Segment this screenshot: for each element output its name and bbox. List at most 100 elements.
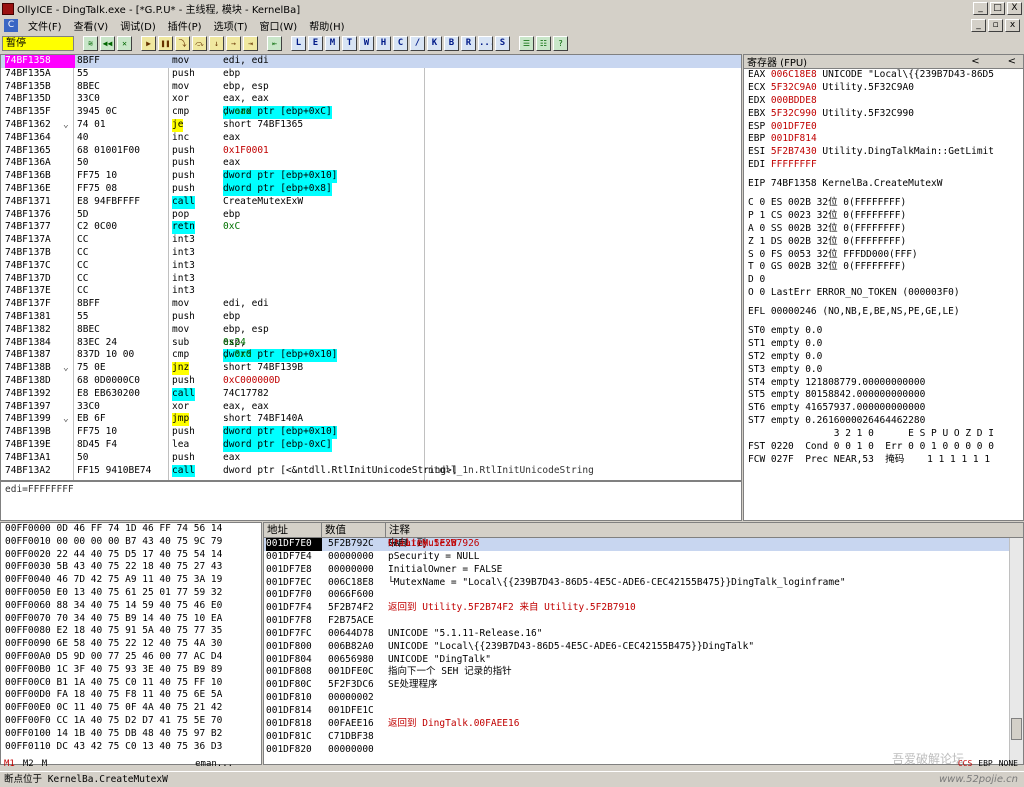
- disasm-row[interactable]: 74BF139B FF75 10 push dword ptr [ebp+0x10]: [1, 426, 741, 439]
- flag-segment-row[interactable]: A 0 SS 002B 32位 0(FFFFFFFF): [744, 223, 1023, 236]
- flag-segment-row[interactable]: S 0 FS 0053 32位 FFFDD000(FFF): [744, 249, 1023, 262]
- run-trace-window-button[interactable]: ...: [478, 35, 493, 51]
- stack-row[interactable]: 001DF7F4 5F2B74F2 返回到 Utility.5F2B74F2 来自 …: [264, 602, 1023, 615]
- register-row[interactable]: EDI FFFFFFFF: [744, 159, 1023, 172]
- disasm-row[interactable]: 74BF1392 E8 EB630200 call 74C17782: [1, 387, 741, 401]
- dump-row[interactable]: 00FF00E0 0C 11 40 75 0F 4A 40 75 21 42: [1, 702, 261, 715]
- menu-help[interactable]: 帮助(H): [303, 18, 350, 33]
- mdi-close-button[interactable]: x: [1005, 19, 1020, 32]
- close-button[interactable]: X: [1007, 2, 1022, 15]
- tab-m2[interactable]: M2: [23, 759, 34, 769]
- menu-plugins[interactable]: 插件(P): [162, 18, 208, 33]
- stack-row[interactable]: 001DF7FC 00644D78 UNICODE "5.1.11-Release.…: [264, 628, 1023, 641]
- flag-segment-row[interactable]: D 0: [744, 274, 1023, 287]
- memory-dump-pane[interactable]: 00FF0000 0D 46 FF 74 1D 46 FF 74 56 14 00…: [0, 522, 262, 765]
- debug-options-icon[interactable]: ☰: [519, 35, 534, 51]
- disasm-row[interactable]: 74BF1384 83EC 24 sub esp, 0x24: [1, 337, 741, 350]
- mdi-minimize-button[interactable]: _: [971, 19, 986, 32]
- stack-row[interactable]: 001DF7F0 0066F600: [264, 589, 1023, 602]
- step-into-icon[interactable]: ⤵: [175, 35, 190, 51]
- dump-row[interactable]: 00FF0040 46 7D 42 75 A9 11 40 75 3A 19: [1, 574, 261, 587]
- disasm-row[interactable]: 74BF1381 55 push ebp: [1, 311, 741, 324]
- menu-view[interactable]: 查看(V): [68, 18, 115, 33]
- appearance-icon[interactable]: ☷: [536, 35, 551, 51]
- flag-segment-row[interactable]: T 0 GS 002B 32位 0(FFFFFFFF): [744, 261, 1023, 274]
- disasm-row[interactable]: 74BF137D CC int3: [1, 273, 741, 286]
- goto-icon[interactable]: ⇤: [267, 35, 282, 51]
- log-window-button[interactable]: L: [291, 35, 306, 51]
- disasm-row[interactable]: 74BF137B CC int3: [1, 247, 741, 260]
- menu-window[interactable]: 窗口(W): [254, 18, 304, 33]
- menu-file[interactable]: 文件(F): [22, 18, 68, 33]
- stack-row[interactable]: 001DF7E0 5F2B792C CALL 到 CreateMutexW 来自 U…: [264, 538, 1023, 551]
- fpu-register-row[interactable]: ST6 empty 41657937.000000000000: [744, 402, 1023, 415]
- step-over-icon[interactable]: ⤼: [192, 35, 207, 51]
- disasm-row[interactable]: 74BF1399 ⌄ EB 6F jmp short 74BF140A: [1, 413, 741, 427]
- pause-icon[interactable]: ❚❚: [158, 35, 173, 51]
- help-icon[interactable]: ?: [553, 35, 568, 51]
- breakpoints-window-button[interactable]: B: [444, 35, 459, 51]
- stack-scrollbar[interactable]: [1009, 538, 1023, 764]
- stack-col-address[interactable]: 地址: [264, 523, 322, 537]
- dump-row[interactable]: 00FF0100 14 1B 40 75 DB 48 40 75 97 B2: [1, 728, 261, 741]
- flag-segment-row[interactable]: O 0 LastErr ERROR_NO_TOKEN (000003F0): [744, 287, 1023, 300]
- fpu-register-row[interactable]: ST5 empty 80158842.000000000000: [744, 389, 1023, 402]
- references-window-button[interactable]: R: [461, 35, 476, 51]
- dump-row[interactable]: 00FF0110 DC 43 42 75 C0 13 40 75 36 D3: [1, 741, 261, 754]
- stack-scrollbar-thumb[interactable]: [1011, 718, 1022, 740]
- stack-col-value[interactable]: 数值: [322, 523, 386, 537]
- fpu-register-row[interactable]: ST4 empty 121808779.00000000000: [744, 377, 1023, 390]
- stack-mode-ccs[interactable]: CCS: [958, 759, 972, 768]
- cpu-window-button[interactable]: C: [393, 35, 408, 51]
- disasm-row[interactable]: 74BF13A1 50 push eax: [1, 452, 741, 465]
- stack-row[interactable]: 001DF814 001DFE1C: [264, 705, 1023, 718]
- disasm-row[interactable]: 74BF1371 E8 94FBFFFF call CreateMutexExW: [1, 195, 741, 209]
- disasm-row[interactable]: 74BF1382 8BEC mov ebp, esp: [1, 324, 741, 337]
- fst-register[interactable]: FST 0220 Cond 0 0 1 0 Err 0 0 1 0 0 0 0 …: [744, 441, 1023, 454]
- cpu-window-icon[interactable]: C: [4, 19, 18, 32]
- maximize-button[interactable]: □: [990, 2, 1005, 15]
- eip-register[interactable]: EIP 74BF1358 KernelBa.CreateMutexW: [744, 178, 1023, 191]
- disasm-row[interactable]: 74BF1365 68 01001F00 push 0x1F0001: [1, 145, 741, 158]
- execute-till-return-icon[interactable]: ⇥: [243, 35, 258, 51]
- stack-row[interactable]: 001DF804 00656980 UNICODE "DingTalk": [264, 654, 1023, 667]
- fpu-register-row[interactable]: ST1 empty 0.0: [744, 338, 1023, 351]
- disasm-row[interactable]: 74BF137F 8BFF mov edi, edi: [1, 298, 741, 311]
- dump-row[interactable]: 00FF00F0 CC 1A 40 75 D2 D7 41 75 5E 70: [1, 715, 261, 728]
- fcw-register[interactable]: FCW 027F Prec NEAR,53 掩码 1 1 1 1 1 1: [744, 454, 1023, 467]
- source-window-button[interactable]: S: [495, 35, 510, 51]
- dump-row[interactable]: 00FF0020 22 44 40 75 D5 17 40 75 54 14: [1, 549, 261, 562]
- register-row[interactable]: EDX 000BDDE8: [744, 95, 1023, 108]
- stack-row[interactable]: 001DF7F8 F2B75ACE: [264, 615, 1023, 628]
- disassembly-pane[interactable]: 74BF1358 8BFF mov edi, edi 74BF135A 55 push ebp…: [0, 54, 742, 481]
- mdi-restore-button[interactable]: ▫: [988, 19, 1003, 32]
- close-program-icon[interactable]: ✕: [117, 35, 132, 51]
- disasm-row[interactable]: 74BF137A CC int3: [1, 234, 741, 247]
- register-row[interactable]: EBP 001DF814: [744, 133, 1023, 146]
- disasm-row[interactable]: 74BF1364 40 inc eax: [1, 132, 741, 145]
- flag-segment-row[interactable]: P 1 CS 0023 32位 0(FFFFFFFF): [744, 210, 1023, 223]
- register-row[interactable]: EBX 5F32C990 Utility.5F32C990: [744, 108, 1023, 121]
- stack-row[interactable]: 001DF7EC 006C18E8 └MutexName = "Local\{{23…: [264, 577, 1023, 590]
- dump-row[interactable]: 00FF00D0 FA 18 40 75 F8 11 40 75 6E 5A: [1, 689, 261, 702]
- trace-over-icon[interactable]: →: [226, 35, 241, 51]
- register-row[interactable]: ESI 5F2B7430 Utility.DingTalkMain::GetLi…: [744, 146, 1023, 159]
- disasm-row[interactable]: 74BF136A 50 push eax: [1, 157, 741, 170]
- stack-mode-none[interactable]: NONE: [999, 759, 1018, 768]
- memory-window-button[interactable]: M: [325, 35, 340, 51]
- restart-icon[interactable]: ◀◀: [100, 35, 115, 51]
- stack-row[interactable]: 001DF800 006B82A0 UNICODE "Local\{{239B7D4…: [264, 641, 1023, 654]
- registers-pane[interactable]: 寄存器 (FPU) < < EAX 006C18E8 UNICODE "Loca…: [743, 54, 1024, 521]
- call-stack-window-button[interactable]: K: [427, 35, 442, 51]
- disasm-row[interactable]: 74BF1377 C2 0C00 retn 0xC: [1, 221, 741, 235]
- tab-m3[interactable]: M: [42, 759, 47, 769]
- patches-window-button[interactable]: /: [410, 35, 425, 51]
- handles-window-button[interactable]: H: [376, 35, 391, 51]
- disasm-row[interactable]: 74BF135D 33C0 xor eax, eax: [1, 93, 741, 106]
- stack-row[interactable]: 001DF818 00FAEE16 返回到 DingTalk.00FAEE16: [264, 718, 1023, 731]
- stack-row[interactable]: 001DF810 00000002: [264, 692, 1023, 705]
- disasm-row[interactable]: 74BF136E FF75 08 push dword ptr [ebp+0x8]: [1, 182, 741, 196]
- dump-row[interactable]: 00FF00C0 B1 1A 40 75 C0 11 40 75 FF 10: [1, 677, 261, 690]
- threads-window-button[interactable]: T: [342, 35, 357, 51]
- efl-register[interactable]: EFL 00000246 (NO,NB,E,BE,NS,PE,GE,LE): [744, 306, 1023, 319]
